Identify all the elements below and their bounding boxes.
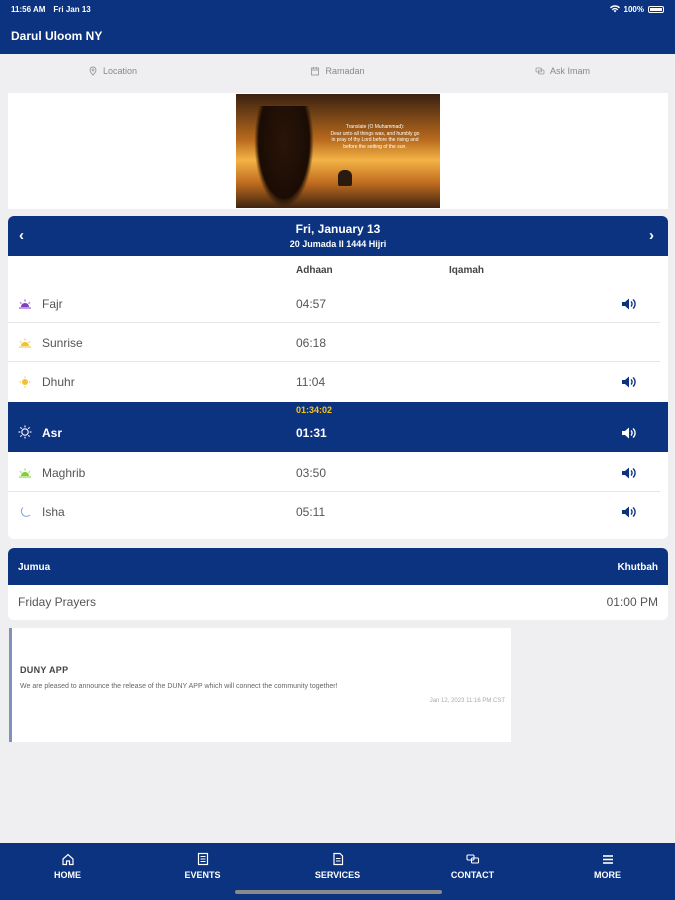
status-date: Fri Jan 13 (53, 4, 91, 14)
calendar-icon (311, 67, 320, 76)
iqamah-column-header: Iqamah (449, 265, 485, 276)
prayer-name: Dhuhr (42, 374, 75, 389)
prayer-adhaan-time: 01:31 (296, 426, 327, 440)
prayer-times-card: ‹ Fri, January 13 20 Jumada II 1444 Hijr… (8, 216, 668, 539)
next-prayer-countdown: 01:34:02 (296, 405, 333, 415)
home-icon (61, 853, 74, 866)
quote-line: in pray of thy Lord before the rising an… (331, 137, 419, 143)
ramadan-link[interactable]: Ramadan (225, 54, 450, 88)
speaker-icon[interactable] (621, 375, 637, 389)
contact-icon (465, 854, 479, 864)
adhaan-column-header: Adhaan (296, 265, 333, 276)
banner-image[interactable]: Translate (O Muhammad): Dear unto all th… (236, 94, 440, 208)
prayer-adhaan-time: 04:57 (296, 296, 327, 311)
quote-line: before the setting of the sun. (343, 143, 407, 150)
status-right: 100% (609, 4, 664, 14)
ask-imam-label: Ask Imam (549, 66, 590, 76)
status-time: 11:56 AM (11, 4, 46, 14)
chat-bubbles-icon (535, 67, 545, 75)
jumua-header-label: Jumua (18, 562, 51, 573)
date-header: ‹ Fri, January 13 20 Jumada II 1444 Hijr… (8, 216, 668, 256)
nav-services-label: SERVICES (314, 870, 361, 880)
top-links: Location Ramadan Ask Imam (0, 54, 675, 88)
prayer-adhaan-time: 05:11 (296, 504, 326, 519)
status-bar: 11:56 AM Fri Jan 13 100% (0, 0, 675, 18)
prayer-name: Maghrib (42, 465, 86, 480)
khutbah-header-label: Khutbah (617, 562, 658, 573)
wifi-icon (609, 5, 620, 13)
battery-icon (648, 5, 664, 13)
hijri-date: 20 Jumada II 1444 Hijri (289, 239, 387, 249)
sun-icon (18, 375, 32, 389)
gregorian-date: Fri, January 13 (295, 222, 381, 236)
announcement-title: DUNY APP (20, 665, 69, 675)
prayer-row-asr[interactable]: 01:34:02 Asr 01:31 (8, 402, 668, 452)
nav-contact-label: CONTACT (450, 870, 495, 880)
nav-events-label: EVENTS (184, 870, 221, 880)
ramadan-label: Ramadan (325, 66, 365, 76)
nav-home-label: HOME (54, 870, 81, 880)
moon-icon (18, 505, 32, 519)
home-indicator[interactable] (235, 890, 442, 894)
jumua-row: Friday Prayers 01:00 PM (8, 585, 668, 620)
nav-home[interactable]: HOME (0, 843, 135, 900)
speaker-icon[interactable] (621, 297, 637, 311)
location-pin-icon (89, 66, 97, 76)
menu-icon (602, 855, 613, 864)
prayer-row-maghrib[interactable]: Maghrib 03:50 (8, 453, 668, 492)
sunset-icon (18, 466, 32, 480)
prayer-row-sunrise[interactable]: Sunrise 06:18 (8, 323, 668, 362)
location-link[interactable]: Location (0, 54, 225, 88)
prayer-row-isha[interactable]: Isha 05:11 (8, 492, 668, 531)
next-day-button[interactable]: › (649, 227, 654, 244)
jumua-row-time: 01:00 PM (606, 595, 658, 609)
announcement-date: Jan 12, 2023 11:16 PM CST (429, 698, 505, 704)
banner-figure (338, 170, 352, 186)
jumua-row-label: Friday Prayers (18, 595, 97, 609)
prayer-name: Sunrise (42, 335, 83, 350)
ask-imam-link[interactable]: Ask Imam (450, 54, 675, 88)
prayer-adhaan-time: 06:18 (296, 335, 327, 350)
speaker-icon[interactable] (621, 426, 637, 440)
jumua-header: Jumua Khutbah (8, 548, 668, 585)
prayer-row-dhuhr[interactable]: Dhuhr 11:04 (8, 362, 668, 401)
battery-percent: 100% (623, 4, 644, 14)
app-title: Darul Uloom NY (11, 29, 103, 43)
banner-quote: Translate (O Muhammad): Dear unto all th… (320, 124, 430, 150)
services-icon (332, 852, 343, 866)
sun-outline-icon (18, 425, 32, 439)
banner-card: Translate (O Muhammad): Dear unto all th… (8, 93, 668, 209)
location-label: Location (102, 66, 138, 76)
prayer-adhaan-time: 11:04 (296, 374, 326, 389)
speaker-icon[interactable] (621, 505, 637, 519)
prayer-name: Asr (42, 426, 63, 440)
announcement-body: We are pleased to announce the release o… (20, 683, 338, 690)
prayer-name: Isha (42, 504, 65, 519)
jumua-card: Jumua Khutbah Friday Prayers 01:00 PM (8, 548, 668, 620)
nav-more[interactable]: MORE (540, 843, 675, 900)
prayer-adhaan-time: 03:50 (296, 465, 327, 480)
fajr-dawn-icon (18, 297, 32, 311)
banner-silhouette (254, 106, 314, 208)
events-icon (197, 852, 208, 866)
speaker-icon[interactable] (621, 466, 637, 480)
nav-more-label: MORE (594, 870, 621, 880)
prayer-row-fajr[interactable]: Fajr 04:57 (8, 284, 668, 323)
sunrise-icon (18, 336, 32, 350)
prayer-name: Fajr (42, 296, 63, 311)
announcement-card[interactable]: DUNY APP We are pleased to announce the … (9, 628, 511, 742)
app-header: Darul Uloom NY (0, 18, 675, 54)
